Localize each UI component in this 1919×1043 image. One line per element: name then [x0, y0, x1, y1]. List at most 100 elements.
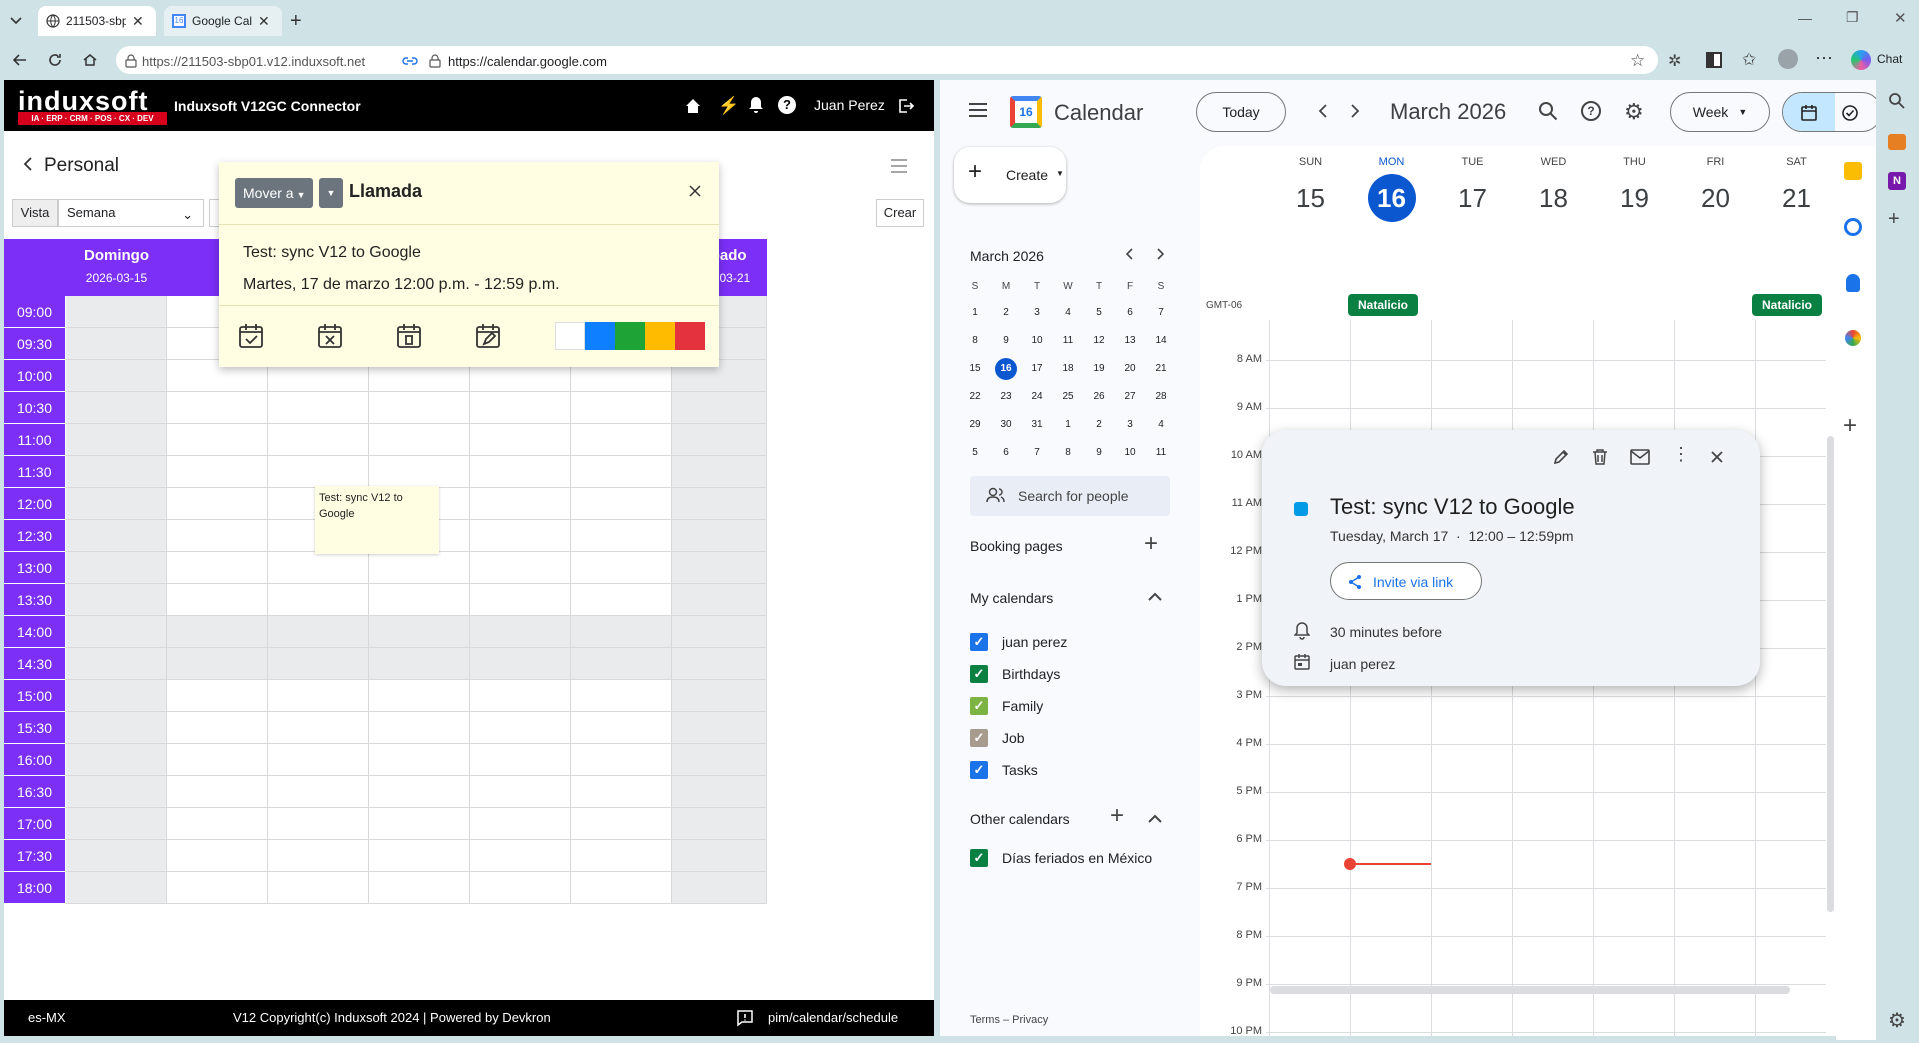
- today-button[interactable]: Today: [1196, 92, 1286, 132]
- time-slot-cell[interactable]: [369, 712, 470, 744]
- mini-day[interactable]: 10: [1022, 330, 1052, 352]
- user-name[interactable]: Juan Perez: [814, 97, 885, 113]
- time-slot-cell[interactable]: [369, 808, 470, 840]
- time-slot-cell[interactable]: [571, 872, 672, 904]
- time-slot-cell[interactable]: [571, 616, 672, 648]
- time-slot-cell[interactable]: [672, 872, 767, 904]
- home-icon[interactable]: [684, 97, 702, 115]
- mini-day[interactable]: 28: [1146, 386, 1176, 408]
- holiday-chip-saturday[interactable]: Natalicio: [1752, 294, 1822, 316]
- time-slot-cell[interactable]: [470, 808, 571, 840]
- extensions-icon[interactable]: ✲: [1668, 51, 1681, 71]
- time-slot-cell[interactable]: [268, 744, 369, 776]
- mini-day[interactable]: 17: [1022, 358, 1052, 380]
- time-slot-cell[interactable]: [66, 744, 167, 776]
- time-slot-cell[interactable]: [571, 392, 672, 424]
- time-slot-cell[interactable]: [167, 584, 268, 616]
- crear-button[interactable]: Crear: [876, 199, 924, 227]
- time-slot-cell[interactable]: [369, 392, 470, 424]
- minimize-icon[interactable]: —: [1798, 10, 1812, 26]
- color-swatch[interactable]: [645, 322, 675, 350]
- time-slot-cell[interactable]: [672, 520, 767, 552]
- time-slot-cell[interactable]: [167, 520, 268, 552]
- onenote-icon[interactable]: N: [1888, 172, 1906, 190]
- horizontal-scrollbar[interactable]: [1270, 986, 1790, 994]
- mini-day[interactable]: 21: [1146, 358, 1176, 380]
- time-slot-cell[interactable]: [672, 680, 767, 712]
- mini-day[interactable]: 19: [1084, 358, 1114, 380]
- logout-icon[interactable]: [897, 97, 915, 115]
- email-icon[interactable]: [1630, 449, 1650, 465]
- help-icon[interactable]: ?: [778, 96, 796, 114]
- mover-a-dropdown[interactable]: Mover a ▼: [235, 178, 313, 208]
- time-slot-cell[interactable]: [571, 552, 672, 584]
- lock-icon[interactable]: [428, 48, 442, 74]
- vertical-scrollbar[interactable]: [1827, 436, 1834, 912]
- toolbox-icon[interactable]: [1888, 134, 1906, 150]
- bell-icon[interactable]: [748, 96, 764, 114]
- time-slot-cell[interactable]: [571, 776, 672, 808]
- close-card-icon[interactable]: [1710, 450, 1724, 464]
- time-slot-cell[interactable]: [672, 552, 767, 584]
- time-slot-cell[interactable]: [167, 744, 268, 776]
- time-slot-cell[interactable]: [167, 808, 268, 840]
- calendar-item[interactable]: ✓ Job: [970, 726, 1025, 750]
- mini-day[interactable]: 31: [1022, 414, 1052, 436]
- time-slot-cell[interactable]: [369, 552, 470, 584]
- add-other-calendar-icon[interactable]: +: [1110, 802, 1124, 830]
- tasks-view-icon[interactable]: [1841, 104, 1859, 122]
- time-slot-cell[interactable]: [66, 392, 167, 424]
- time-slot-cell[interactable]: [571, 744, 672, 776]
- hamburger-menu-icon[interactable]: [890, 158, 908, 174]
- time-slot-cell[interactable]: [470, 424, 571, 456]
- time-slot-cell[interactable]: [672, 424, 767, 456]
- tab-induxsoft[interactable]: 211503-sbp ✕: [38, 6, 156, 36]
- calendar-check-icon[interactable]: [237, 322, 265, 350]
- terms-privacy-link[interactable]: Terms – Privacy: [970, 1014, 1048, 1026]
- time-slot-cell[interactable]: [672, 776, 767, 808]
- holiday-chip-monday[interactable]: Natalicio: [1348, 294, 1418, 316]
- back-icon[interactable]: [12, 52, 28, 68]
- time-slot-cell[interactable]: [268, 392, 369, 424]
- event-block[interactable]: Test: sync V12 to Google: [315, 486, 439, 554]
- time-slot-cell[interactable]: [66, 328, 167, 360]
- time-slot-cell[interactable]: [167, 488, 268, 520]
- time-slot-cell[interactable]: [470, 648, 571, 680]
- time-slot-cell[interactable]: [470, 584, 571, 616]
- time-slot-cell[interactable]: [470, 392, 571, 424]
- mini-day[interactable]: 27: [1115, 386, 1145, 408]
- calendar-delete-icon[interactable]: [395, 322, 423, 350]
- time-slot-cell[interactable]: [470, 680, 571, 712]
- time-slot-cell[interactable]: [571, 712, 672, 744]
- tab-list-chevron-icon[interactable]: [8, 12, 24, 28]
- mini-day[interactable]: 5: [960, 442, 990, 464]
- more-menu-icon[interactable]: ⋯: [1815, 48, 1833, 69]
- time-slot-cell[interactable]: [571, 808, 672, 840]
- time-slot-cell[interactable]: [470, 552, 571, 584]
- time-slot-cell[interactable]: [268, 584, 369, 616]
- mini-day[interactable]: 7: [1146, 302, 1176, 324]
- week-day-number[interactable]: 20: [1692, 174, 1740, 222]
- time-slot-cell[interactable]: [571, 424, 672, 456]
- checkbox-checked-icon[interactable]: ✓: [970, 665, 988, 683]
- time-slot-cell[interactable]: [672, 488, 767, 520]
- tab-google-calendar[interactable]: 16 Google Cale ✕: [164, 6, 282, 36]
- booking-pages-label[interactable]: Booking pages: [970, 538, 1063, 554]
- time-slot-cell[interactable]: [571, 520, 672, 552]
- checkbox-checked-icon[interactable]: ✓: [970, 729, 988, 747]
- mini-day[interactable]: 3: [1115, 414, 1145, 436]
- time-slot-cell[interactable]: [268, 616, 369, 648]
- mini-day[interactable]: 8: [1053, 442, 1083, 464]
- time-slot-cell[interactable]: [66, 616, 167, 648]
- color-swatch[interactable]: [585, 322, 615, 350]
- time-slot-cell[interactable]: [268, 712, 369, 744]
- time-slot-cell[interactable]: [66, 808, 167, 840]
- add-panel-icon[interactable]: +: [1888, 208, 1900, 231]
- time-slot-cell[interactable]: [470, 872, 571, 904]
- mini-day[interactable]: 12: [1084, 330, 1114, 352]
- time-slot-cell[interactable]: [672, 584, 767, 616]
- next-week-icon[interactable]: [1350, 104, 1360, 118]
- copilot-icon[interactable]: [1851, 50, 1871, 70]
- prev-week-icon[interactable]: [1318, 104, 1328, 118]
- time-slot-cell[interactable]: [369, 616, 470, 648]
